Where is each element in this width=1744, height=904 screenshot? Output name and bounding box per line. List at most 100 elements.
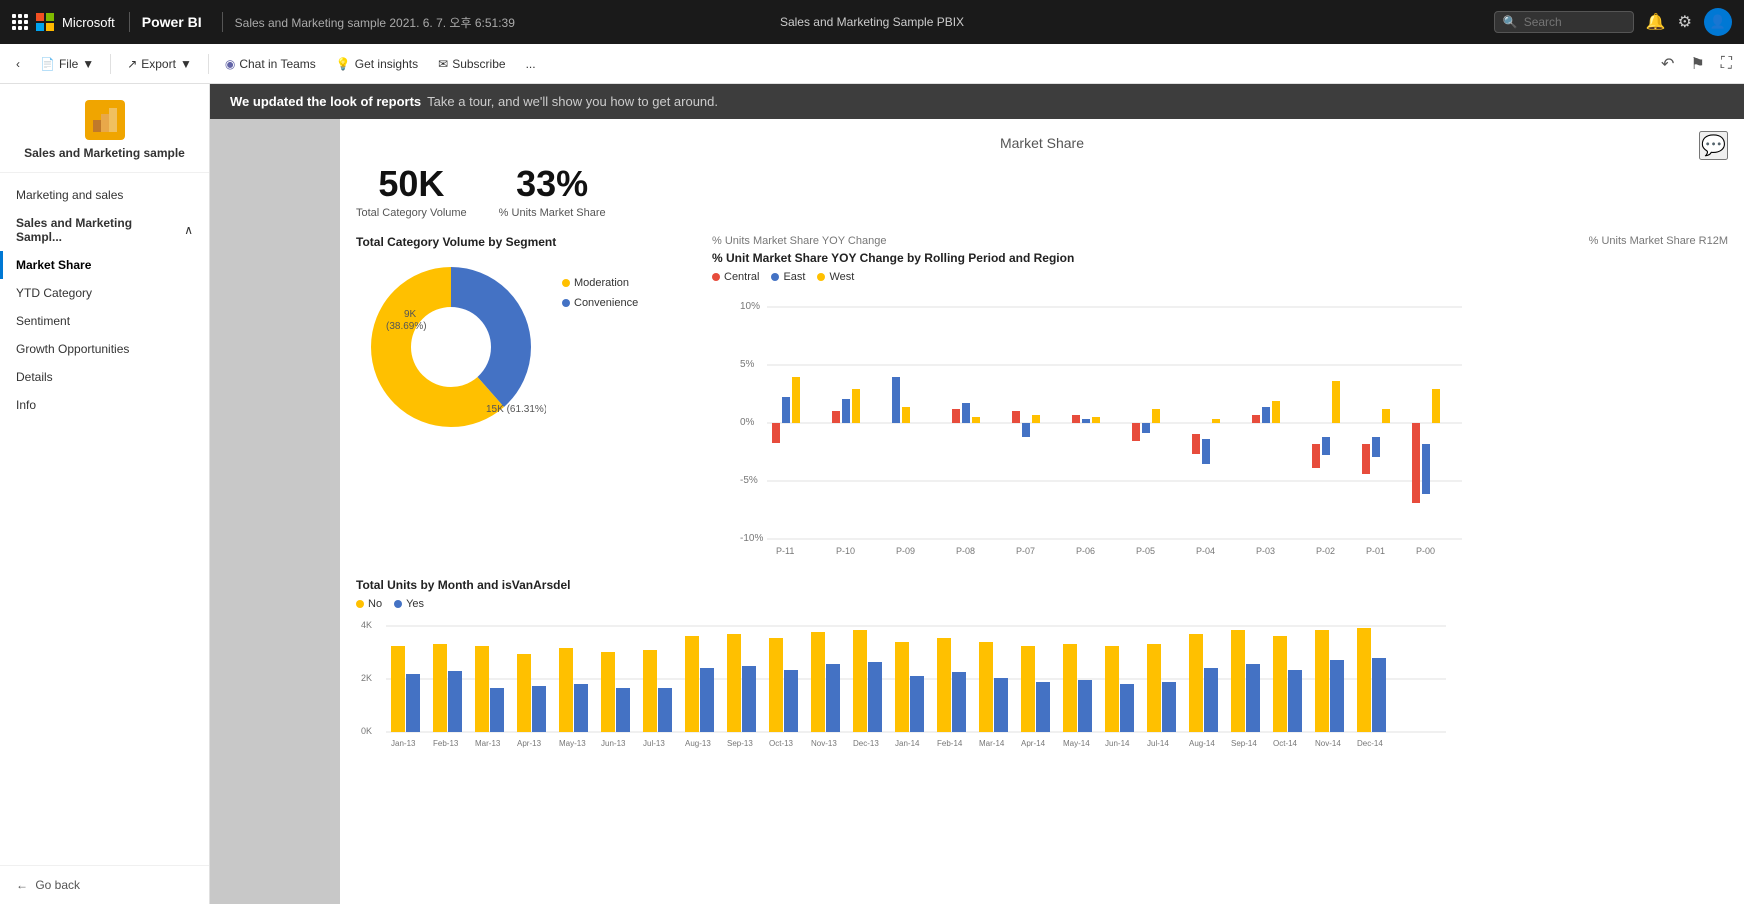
banner-detail: Take a tour, and we'll show you how to g… <box>427 94 718 109</box>
legend-yes: Yes <box>394 598 424 610</box>
subscribe-button[interactable]: ✉ Subscribe <box>430 53 513 75</box>
sidebar-section-header[interactable]: Sales and Marketing Sampl... ∧ <box>0 209 209 251</box>
legend-west: West <box>817 271 854 283</box>
sidebar-logo-text: Sales and Marketing sample <box>24 146 185 160</box>
svg-text:0%: 0% <box>740 417 755 428</box>
legend-dot-east <box>771 273 779 281</box>
svg-text:P-09: P-09 <box>896 546 915 556</box>
svg-text:May-13: May-13 <box>559 739 586 748</box>
more-button[interactable]: ... <box>518 53 544 75</box>
toolbar-separator-2 <box>208 54 209 74</box>
account-icon[interactable]: 👤 <box>1704 8 1732 36</box>
export-button[interactable]: ↗ Export ▼ <box>119 53 200 75</box>
search-icon: 🔍 <box>1503 15 1518 29</box>
svg-text:Jun-14: Jun-14 <box>1105 739 1130 748</box>
yoy-legend: Central East West <box>712 271 1728 283</box>
svg-text:15K (61.31%): 15K (61.31%) <box>486 404 546 415</box>
svg-text:-5%: -5% <box>740 475 758 486</box>
svg-text:Jul-14: Jul-14 <box>1147 739 1169 748</box>
legend-central: Central <box>712 271 759 283</box>
kpi-row: 50K Total Category Volume 33% % Units Ma… <box>356 163 1728 219</box>
toolbar-separator <box>110 54 111 74</box>
svg-text:9K: 9K <box>404 309 417 320</box>
apps-grid[interactable] <box>12 14 28 30</box>
search-input[interactable] <box>1524 15 1624 29</box>
yoy-left-header: % Units Market Share YOY Change <box>712 235 886 247</box>
arrow-left-icon: ← <box>16 878 28 892</box>
svg-text:Jul-13: Jul-13 <box>643 739 665 748</box>
comment-button[interactable]: 💬 <box>1699 131 1728 160</box>
sidebar-item-market-share[interactable]: Market Share <box>0 251 209 279</box>
charts-section: Total Category Volume by Segment 9K <box>356 235 1728 562</box>
main-layout: Sales and Marketing sample Marketing and… <box>0 84 1744 904</box>
svg-text:Dec-14: Dec-14 <box>1357 739 1383 748</box>
sidebar-item-growth-opportunities[interactable]: Growth Opportunities <box>0 335 209 363</box>
file-icon: 📄 <box>40 57 55 71</box>
settings-icon[interactable]: ⚙ <box>1678 12 1692 32</box>
yoy-header: % Units Market Share YOY Change % Units … <box>712 235 1728 247</box>
sidebar-item-marketing-sales[interactable]: Marketing and sales <box>0 181 209 209</box>
chat-teams-button[interactable]: ◉ Chat in Teams <box>217 53 324 75</box>
sidebar-logo-icon <box>85 100 125 140</box>
svg-text:P-07: P-07 <box>1016 546 1035 556</box>
donut-title: Total Category Volume by Segment <box>356 235 696 249</box>
svg-text:5%: 5% <box>740 359 755 370</box>
legend-dot-central <box>712 273 720 281</box>
sidebar-item-sentiment[interactable]: Sentiment <box>0 307 209 335</box>
notification-icon[interactable]: 🔔 <box>1646 12 1666 32</box>
svg-text:0K: 0K <box>361 726 372 736</box>
donut-container: Total Category Volume by Segment 9K <box>356 235 696 430</box>
fullscreen-button[interactable]: ⛶ <box>1717 51 1736 77</box>
monthly-bar-chart-svg: 4K 2K 0K <box>356 616 1456 756</box>
svg-text:P-00: P-00 <box>1416 546 1435 556</box>
svg-text:Mar-14: Mar-14 <box>979 739 1005 748</box>
donut-legend: Moderation Convenience <box>562 277 638 309</box>
kpi-2-label: % Units Market Share <box>499 207 606 219</box>
left-charts: Total Category Volume by Segment 9K <box>356 235 696 562</box>
bookmark-button[interactable]: ⚑ <box>1686 50 1708 78</box>
main-content: We updated the look of reports Take a to… <box>210 84 1744 904</box>
bar-chart-title: Total Units by Month and isVanArsdel <box>356 578 1728 592</box>
kpi-market-share: 33% % Units Market Share <box>499 163 606 219</box>
legend-east: East <box>771 271 805 283</box>
svg-text:P-06: P-06 <box>1076 546 1095 556</box>
svg-text:Mar-13: Mar-13 <box>475 739 501 748</box>
sidebar-item-info[interactable]: Info <box>0 391 209 419</box>
search-box[interactable]: 🔍 <box>1494 11 1634 33</box>
undo-button[interactable]: ↶ <box>1657 50 1678 78</box>
svg-text:May-14: May-14 <box>1063 739 1090 748</box>
get-insights-button[interactable]: 💡 Get insights <box>328 53 426 75</box>
svg-text:P-03: P-03 <box>1256 546 1275 556</box>
sidebar-item-ytd-category[interactable]: YTD Category <box>0 279 209 307</box>
export-icon: ↗ <box>127 57 137 71</box>
sidebar-go-back[interactable]: ← Go back <box>0 865 209 904</box>
svg-text:4K: 4K <box>361 620 372 630</box>
svg-text:P-10: P-10 <box>836 546 855 556</box>
kpi-1-value: 50K <box>356 163 467 205</box>
legend-dot-moderation <box>562 279 570 287</box>
yoy-right-header: % Units Market Share R12M <box>1589 235 1728 247</box>
microsoft-logo <box>36 13 54 31</box>
file-button[interactable]: 📄 File ▼ <box>32 53 102 75</box>
report-area: Market Share 💬 50K Total Category Volume… <box>210 119 1744 904</box>
kpi-1-label: Total Category Volume <box>356 207 467 219</box>
svg-text:P-08: P-08 <box>956 546 975 556</box>
banner-strong: We updated the look of reports <box>230 94 421 109</box>
file-title: Sales and Marketing sample 2021. 6. 7. 오… <box>235 14 515 31</box>
teams-icon: ◉ <box>225 57 235 71</box>
donut-label-wrap: 9K (38.69%) 15K (61.31%) Moderation <box>356 257 696 430</box>
sidebar-section: Marketing and sales Sales and Marketing … <box>0 173 209 427</box>
svg-text:P-11: P-11 <box>776 546 794 556</box>
toolbar-right: ↶ ⚑ ⛶ <box>1657 50 1736 78</box>
yoy-bar-chart-svg: 10% 5% 0% -5% -10% <box>712 289 1472 559</box>
svg-text:10%: 10% <box>740 301 760 312</box>
chevron-up-icon: ∧ <box>184 223 193 237</box>
svg-text:Oct-13: Oct-13 <box>769 739 794 748</box>
svg-text:Aug-14: Aug-14 <box>1189 739 1215 748</box>
right-charts: % Units Market Share YOY Change % Units … <box>712 235 1728 562</box>
sidebar-item-details[interactable]: Details <box>0 363 209 391</box>
svg-text:Sep-13: Sep-13 <box>727 739 753 748</box>
back-button[interactable]: ‹ <box>8 53 28 75</box>
legend-convenience: Convenience <box>562 297 638 309</box>
chevron-down-icon: ▼ <box>82 57 94 71</box>
